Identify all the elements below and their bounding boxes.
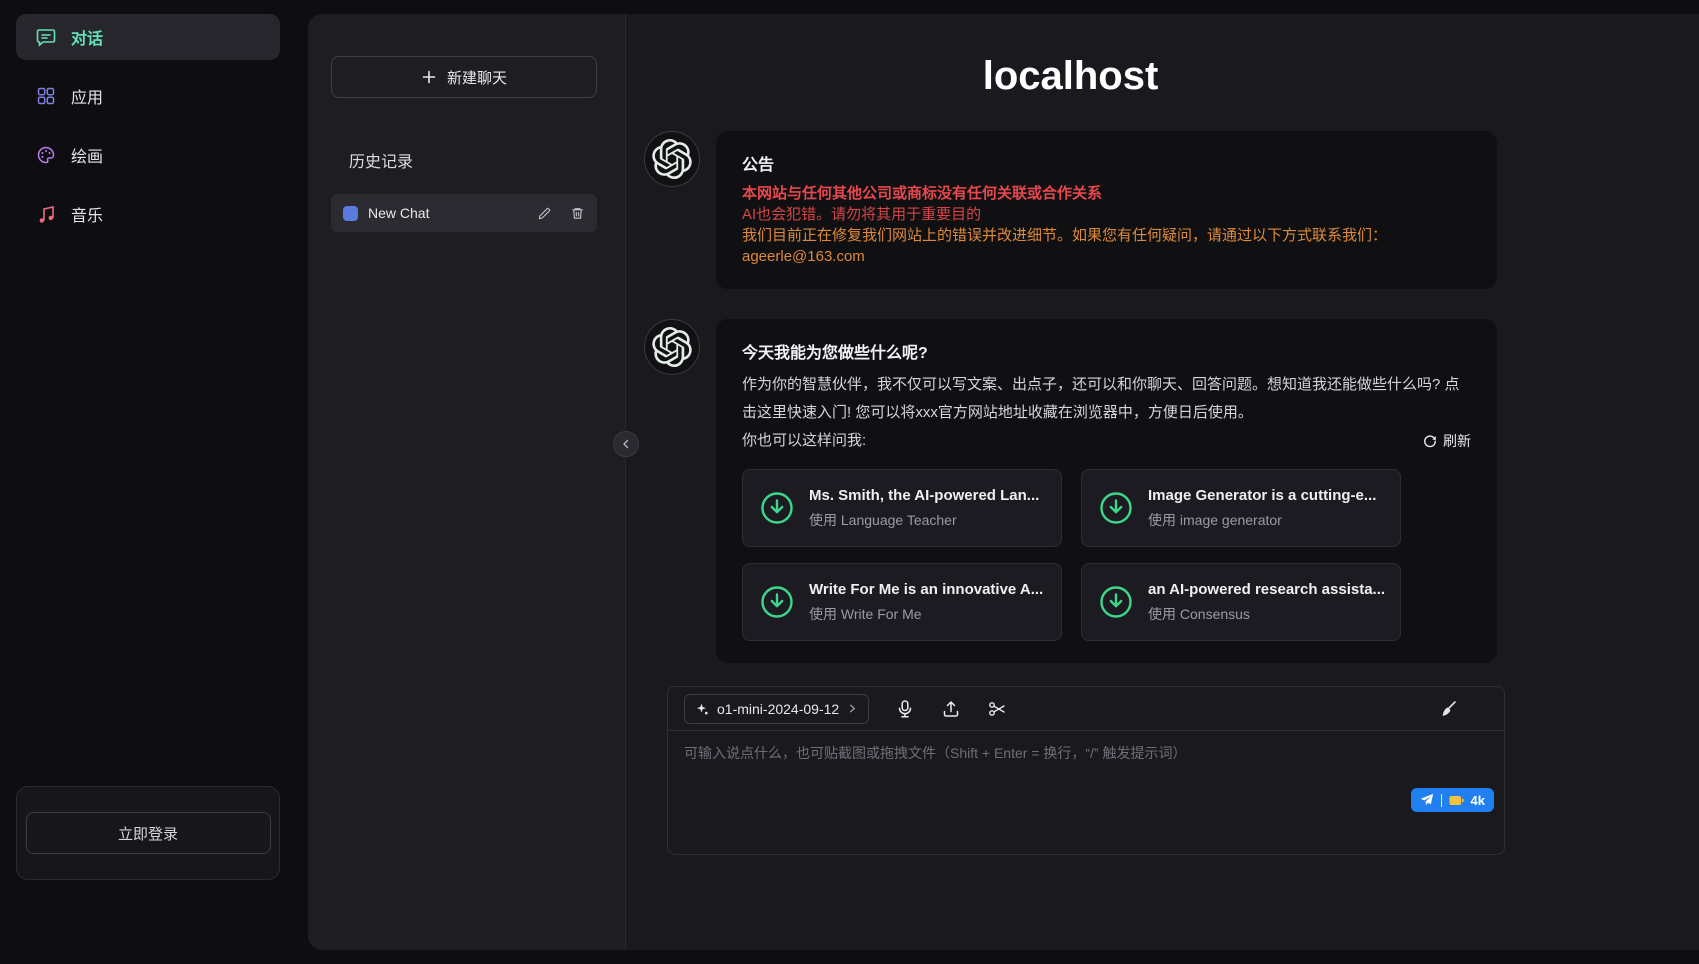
suggestion-card[interactable]: an AI-powered research assista... 使用 Con… [1081,563,1401,641]
announcement-line1: 本网站与任何其他公司或商标没有任何关联或合作关系 [742,183,1471,204]
announcement-line2: AI也会犯错。请勿将其用于重要目的 [742,204,1471,225]
message-announcement: 公告 本网站与任何其他公司或商标没有任何关联或合作关系 AI也会犯错。请勿将其用… [644,131,1497,289]
suggestion-title: an AI-powered research assista... [1148,581,1384,598]
welcome-bubble: 今天我能为您做些什么呢? 作为你的智慧伙伴，我不仅可以写文案、出点子，还可以和你… [716,319,1497,663]
scissors-icon[interactable] [987,699,1007,719]
suggestion-texts: Image Generator is a cutting-e... 使用 ima… [1148,487,1376,530]
page-title: localhost [644,54,1497,99]
content-panel: 新建聊天 历史记录 New Chat localhost [308,14,1699,950]
announcement-bubble: 公告 本网站与任何其他公司或商标没有任何关联或合作关系 AI也会犯错。请勿将其用… [716,131,1497,289]
sidebar-item-chat[interactable]: 对话 [16,14,280,60]
model-sparkle-icon [695,702,709,716]
sidebar-item-label: 对话 [71,25,103,49]
refresh-button[interactable]: 刷新 [1423,431,1471,451]
chevron-right-icon [847,703,858,714]
chevron-left-icon [620,438,632,450]
suggestion-subtitle: 使用 Consensus [1148,604,1384,624]
app: { "colors": { "accent_teal": "#63e2b7", … [0,0,1699,964]
sidebar-item-music[interactable]: 音乐 [16,191,280,237]
chat-bubble-icon [36,27,56,47]
welcome-title: 今天我能为您做些什么呢? [742,339,1471,363]
hint-row: 你也可以这样问我: 刷新 [742,427,1471,455]
login-button[interactable]: 立即登录 [26,812,271,854]
chat-area: localhost 公告 本网站与任何其他公司或商标没有任何关联或合作关系 AI… [626,14,1699,680]
apps-grid-icon [36,86,56,106]
sidebar-item-draw[interactable]: 绘画 [16,132,280,178]
token-count: 4k [1471,793,1485,808]
ask-hint: 你也可以这样问我: [742,427,866,455]
music-note-icon [36,204,56,224]
sidebar-item-apps[interactable]: 应用 [16,73,280,119]
openai-logo-icon [652,139,692,179]
download-circle-icon [759,584,795,620]
suggestion-subtitle: 使用 image generator [1148,510,1376,530]
download-circle-icon [1098,584,1134,620]
refresh-icon [1423,434,1437,448]
battery-icon [1449,795,1464,806]
upload-icon[interactable] [941,699,961,719]
delete-icon[interactable] [570,206,585,221]
edit-icon[interactable] [537,206,552,221]
welcome-body: 作为你的智慧伙伴，我不仅可以写文案、出点子，还可以和你聊天、回答问题。想知道我还… [742,371,1471,427]
suggestion-card[interactable]: Write For Me is an innovative A... 使用 Wr… [742,563,1062,641]
avatar [644,319,700,375]
history-title: 历史记录 [349,148,413,172]
composer-toolbar: o1-mini-2024-09-12 [668,687,1504,731]
chat-chip-icon [343,206,358,221]
sidebar-footer: 立即登录 [16,786,280,880]
suggestion-texts: Write For Me is an innovative A... 使用 Wr… [809,581,1043,624]
sidebar: 对话 应用 绘画 音乐 立即登录 [0,0,308,964]
new-chat-button[interactable]: 新建聊天 [331,56,597,98]
history-list-item[interactable]: New Chat [331,194,597,232]
chat-list-panel: 新建聊天 历史记录 New Chat [308,14,626,950]
suggestion-card[interactable]: Ms. Smith, the AI-powered Lan... 使用 Lang… [742,469,1062,547]
openai-logo-icon [652,327,692,367]
suggestion-texts: Ms. Smith, the AI-powered Lan... 使用 Lang… [809,487,1039,530]
suggestion-subtitle: 使用 Language Teacher [809,510,1039,530]
suggestion-title: Write For Me is an innovative A... [809,581,1043,598]
announcement-title: 公告 [742,151,1471,175]
history-item-title: New Chat [368,205,527,221]
send-plane-icon [1420,793,1434,807]
suggestion-card[interactable]: Image Generator is a cutting-e... 使用 ima… [1081,469,1401,547]
sidebar-item-label: 绘画 [71,143,103,167]
suggestion-title: Image Generator is a cutting-e... [1148,487,1376,504]
download-circle-icon [1098,490,1134,526]
model-selector[interactable]: o1-mini-2024-09-12 [684,694,869,724]
main-chat: localhost 公告 本网站与任何其他公司或商标没有任何关联或合作关系 AI… [626,14,1699,950]
sidebar-item-label: 音乐 [71,202,103,226]
broom-icon[interactable] [1438,699,1458,719]
suggestion-title: Ms. Smith, the AI-powered Lan... [809,487,1039,504]
suggestion-subtitle: 使用 Write For Me [809,604,1043,624]
badge-divider [1441,794,1442,807]
new-chat-label: 新建聊天 [447,67,507,88]
avatar [644,131,700,187]
message-input[interactable] [668,731,1504,854]
suggestion-grid: Ms. Smith, the AI-powered Lan... 使用 Lang… [742,469,1471,641]
sidebar-item-label: 应用 [71,84,103,108]
collapse-sidebar-button[interactable] [613,431,639,457]
download-circle-icon [759,490,795,526]
microphone-icon[interactable] [895,699,915,719]
palette-icon [36,145,56,165]
model-name: o1-mini-2024-09-12 [717,701,839,717]
composer-body: 4k [668,731,1504,854]
send-button[interactable]: 4k [1411,788,1494,812]
refresh-label: 刷新 [1443,431,1471,451]
message-welcome: 今天我能为您做些什么呢? 作为你的智慧伙伴，我不仅可以写文案、出点子，还可以和你… [644,319,1497,663]
contact-email-link[interactable]: ageerle@163.com [742,248,865,265]
announcement-line3: 我们目前正在修复我们网站上的错误并改进细节。如果您有任何疑问，请通过以下方式联系… [742,225,1471,246]
plus-icon [421,69,437,85]
composer: o1-mini-2024-09-12 [667,686,1505,855]
suggestion-texts: an AI-powered research assista... 使用 Con… [1148,581,1384,624]
